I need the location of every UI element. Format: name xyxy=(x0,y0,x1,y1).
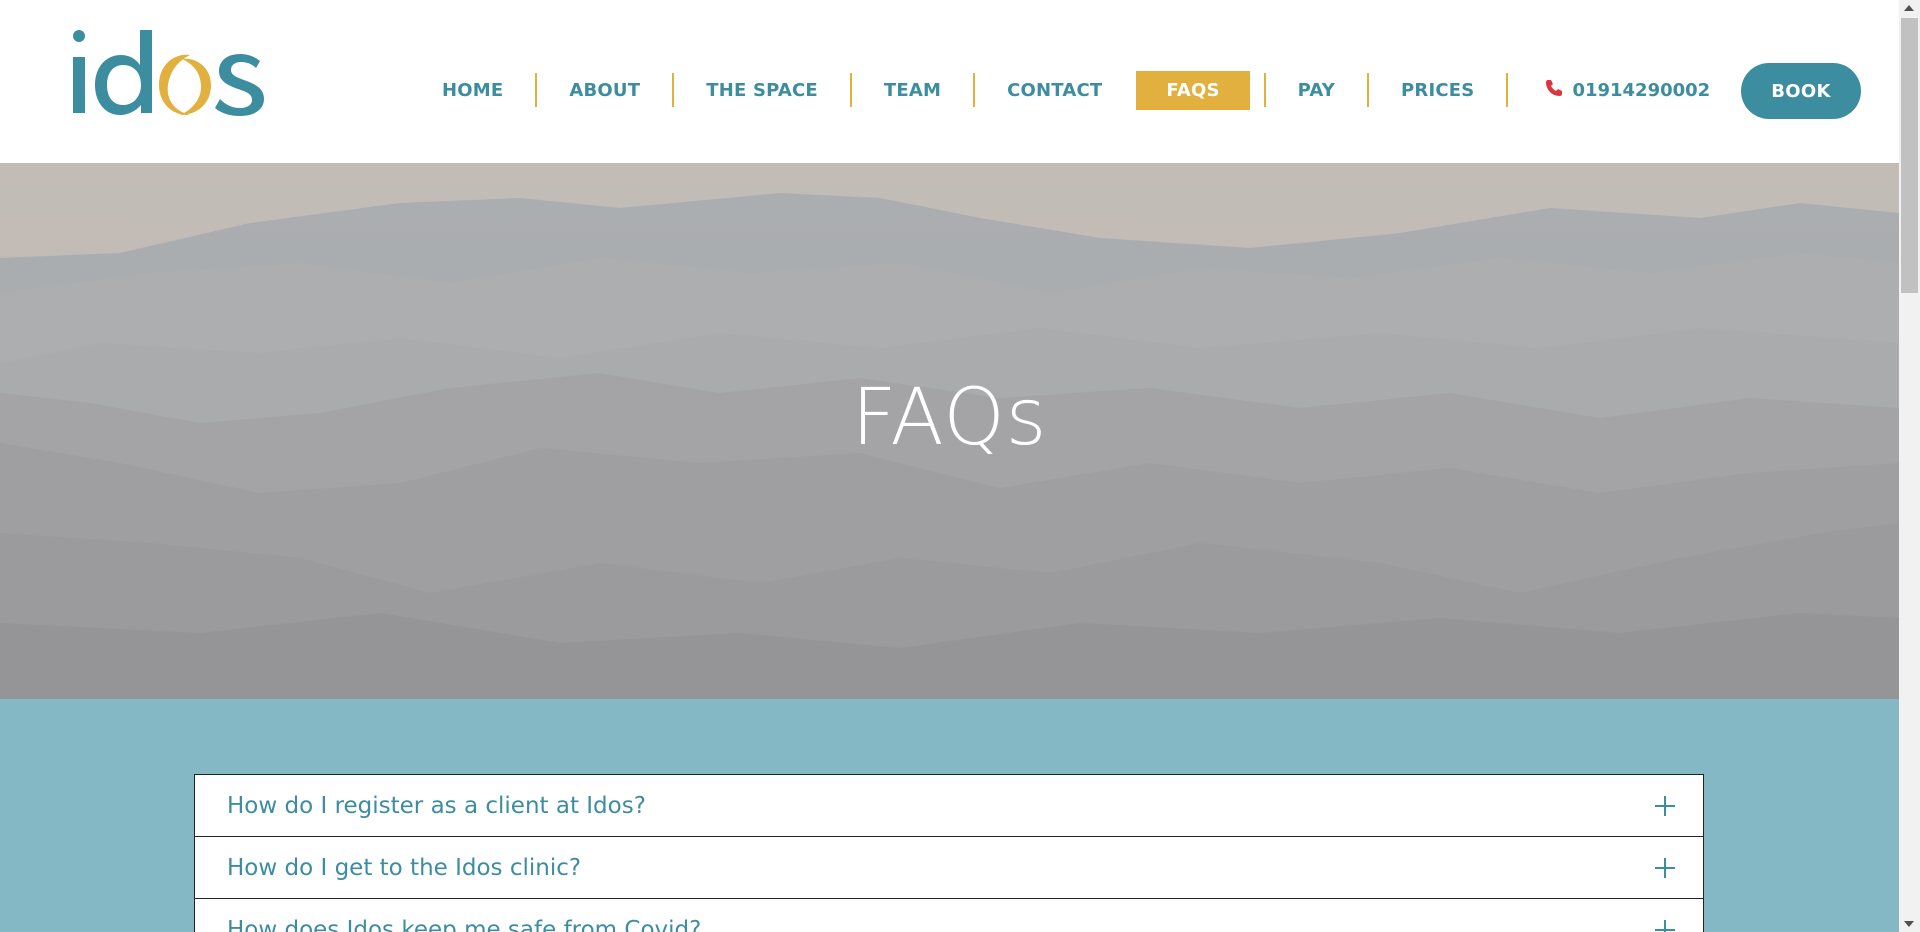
nav-item-team: TEAM xyxy=(860,60,965,120)
faq-question: How does Idos keep me safe from Covid? xyxy=(227,916,702,932)
nav-link-about[interactable]: ABOUT xyxy=(545,72,664,109)
main-nav: HOME ABOUT THE SPACE TEAM CONTACT FAQS P… xyxy=(418,60,1730,120)
nav-item-contact: CONTACT xyxy=(983,60,1126,120)
phone-link[interactable]: 01914290002 xyxy=(1516,70,1730,111)
nav-divider xyxy=(535,73,538,107)
faq-section: How do I register as a client at Idos? H… xyxy=(0,699,1899,932)
nav-divider xyxy=(1506,73,1509,107)
page: HOME ABOUT THE SPACE TEAM CONTACT FAQS P… xyxy=(0,0,1899,932)
nav-link-prices[interactable]: PRICES xyxy=(1377,72,1498,109)
page-title: FAQs xyxy=(851,373,1048,463)
nav-divider xyxy=(1367,73,1370,107)
phone-icon xyxy=(1544,78,1572,103)
scrollbar-thumb[interactable] xyxy=(1901,18,1918,293)
nav-link-pay[interactable]: PAY xyxy=(1274,72,1359,109)
nav-link-the-space[interactable]: THE SPACE xyxy=(682,72,842,109)
plus-icon[interactable] xyxy=(1655,919,1675,932)
nav-divider xyxy=(849,73,852,107)
plus-icon[interactable] xyxy=(1655,795,1675,816)
nav-item-pay: PAY xyxy=(1274,60,1359,120)
nav-divider xyxy=(672,73,675,107)
faq-item[interactable]: How do I get to the Idos clinic? xyxy=(194,836,1704,899)
nav-link-contact[interactable]: CONTACT xyxy=(983,72,1126,109)
nav-link-home[interactable]: HOME xyxy=(418,72,527,109)
plus-icon[interactable] xyxy=(1655,857,1675,878)
faq-list: How do I register as a client at Idos? H… xyxy=(194,774,1704,932)
nav-divider xyxy=(973,73,976,107)
site-header: HOME ABOUT THE SPACE TEAM CONTACT FAQS P… xyxy=(0,0,1899,163)
nav-link-team[interactable]: TEAM xyxy=(860,72,965,109)
phone-number: 01914290002 xyxy=(1572,79,1711,101)
book-button[interactable]: BOOK xyxy=(1741,63,1861,119)
faq-item[interactable]: How does Idos keep me safe from Covid? xyxy=(194,898,1704,932)
faq-question: How do I register as a client at Idos? xyxy=(227,792,646,819)
scroll-up-arrow-icon[interactable] xyxy=(1904,5,1914,11)
faq-item[interactable]: How do I register as a client at Idos? xyxy=(194,774,1704,837)
vertical-scrollbar[interactable] xyxy=(1899,0,1920,932)
scroll-down-arrow-icon[interactable] xyxy=(1904,921,1914,927)
hero-banner: FAQs xyxy=(0,163,1899,699)
nav-item-faqs: FAQS xyxy=(1136,60,1250,120)
nav-item-prices: PRICES xyxy=(1377,60,1498,120)
nav-divider xyxy=(1263,73,1266,107)
idos-logo[interactable] xyxy=(70,25,285,120)
nav-item-home: HOME xyxy=(418,60,527,120)
nav-item-the-space: THE SPACE xyxy=(682,60,842,120)
faq-question: How do I get to the Idos clinic? xyxy=(227,854,582,881)
nav-item-about: ABOUT xyxy=(545,60,664,120)
nav-link-faqs[interactable]: FAQS xyxy=(1136,70,1250,110)
